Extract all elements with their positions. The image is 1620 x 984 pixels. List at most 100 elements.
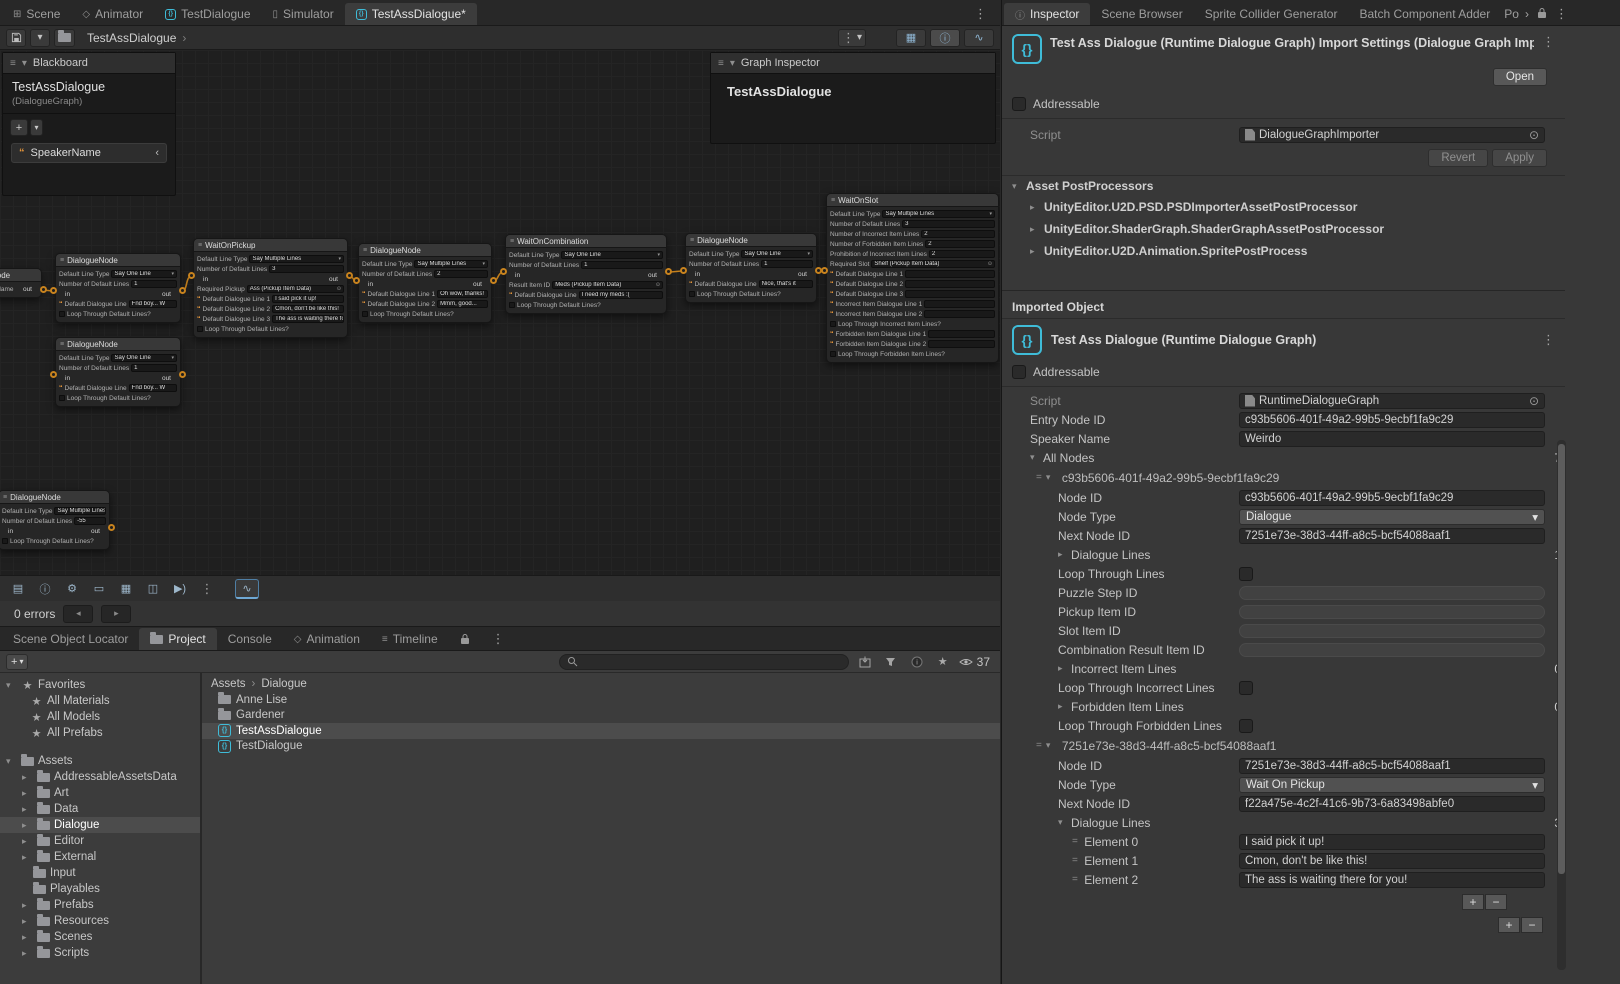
count-field[interactable]: 1 bbox=[761, 260, 813, 268]
line-field[interactable]: The ass is waiting there for... bbox=[272, 315, 344, 323]
forbidden-lines-foldout[interactable]: ▸Forbidden Item Lines 0 bbox=[1002, 697, 1565, 716]
breadcrumb[interactable]: TestAssDialogue › bbox=[87, 31, 186, 45]
output-port[interactable] bbox=[40, 286, 47, 293]
line-field[interactable]: I need my meds :( bbox=[579, 291, 663, 299]
wait-on-combination-node[interactable]: ≡WaitOnCombination Default Line TypeSay … bbox=[505, 234, 667, 314]
tab-scene[interactable]: ⊞Scene bbox=[2, 3, 71, 25]
tree-item-data[interactable]: ▸Data bbox=[0, 801, 200, 817]
loop-forbidden-checkbox[interactable] bbox=[1239, 719, 1253, 733]
lock-button[interactable] bbox=[449, 628, 481, 650]
node-header[interactable]: ≡StartNode bbox=[0, 269, 41, 282]
node-header[interactable]: ≡DialogueNode bbox=[56, 338, 180, 351]
count-field[interactable]: 3 bbox=[902, 220, 995, 228]
debug-view-button[interactable]: ∿ bbox=[235, 579, 259, 599]
line-type-dropdown[interactable]: Say One Line▾ bbox=[111, 354, 177, 362]
create-asset-button[interactable]: +▾ bbox=[6, 654, 28, 670]
revert-button[interactable]: Revert bbox=[1428, 149, 1488, 167]
drag-handle-icon[interactable]: = bbox=[1072, 836, 1077, 847]
output-port[interactable] bbox=[179, 371, 186, 378]
tree-item-scripts[interactable]: ▸Scripts bbox=[0, 945, 200, 961]
object-field[interactable]: Ass (Pickup Item Data)⊙ bbox=[247, 285, 344, 293]
asset-item-anne-lise[interactable]: Anne Lise bbox=[202, 692, 1000, 708]
tab-scene-browser[interactable]: Scene Browser bbox=[1090, 3, 1193, 25]
element-text-field[interactable]: The ass is waiting there for you! bbox=[1239, 872, 1545, 888]
input-port[interactable] bbox=[50, 287, 57, 294]
tab-overflow[interactable]: Po bbox=[1501, 3, 1522, 25]
foldout-arrow-icon[interactable]: ▸ bbox=[22, 932, 33, 943]
text-field[interactable]: c93b5606-401f-49a2-99b5-9ecbf1fa9c29 bbox=[1239, 490, 1545, 506]
array-remove-button[interactable]: − bbox=[1521, 917, 1543, 933]
dialogue-node[interactable]: ≡DialogueNode Default Line TypeSay Multi… bbox=[358, 243, 492, 323]
count-field[interactable]: 2 bbox=[929, 250, 995, 258]
add-property-button[interactable]: + bbox=[10, 119, 28, 136]
tree-item-external[interactable]: ▸External bbox=[0, 849, 200, 865]
array-remove-button[interactable]: − bbox=[1485, 894, 1507, 910]
text-field[interactable]: 7251e73e-38d3-44ff-a8c5-bcf54088aaf1 bbox=[1239, 758, 1545, 774]
loop-checkbox[interactable] bbox=[830, 351, 836, 357]
node-type-dropdown[interactable]: Dialogue▾ bbox=[1239, 509, 1545, 525]
line-field[interactable] bbox=[928, 340, 995, 348]
tab-testassdialogue[interactable]: TestAssDialogue* bbox=[345, 3, 477, 25]
postprocessor-item[interactable]: ▸UnityEditor.U2D.Animation.SpritePostPro… bbox=[1002, 240, 1565, 262]
line-field[interactable]: Mmm, good... bbox=[437, 300, 488, 308]
text-field[interactable] bbox=[1239, 624, 1545, 638]
foldout-arrow-icon[interactable]: ▸ bbox=[22, 836, 33, 847]
project-search-input[interactable] bbox=[559, 654, 849, 670]
toggle-inspector-button[interactable]: ⓘ bbox=[930, 29, 960, 47]
tree-item-dialogue[interactable]: ▸Dialogue bbox=[0, 817, 200, 833]
loop-checkbox[interactable] bbox=[197, 326, 203, 332]
node-header[interactable]: ≡DialogueNode bbox=[359, 244, 491, 257]
array-add-button[interactable]: + bbox=[1462, 894, 1484, 910]
next-error-button[interactable]: ▸ bbox=[101, 605, 131, 623]
inspector-scrollbar[interactable] bbox=[1557, 440, 1566, 970]
line-type-dropdown[interactable]: Say One Line▾ bbox=[111, 270, 177, 278]
drag-handle-icon[interactable]: = bbox=[1072, 855, 1077, 866]
all-nodes-foldout[interactable]: ▾All Nodes 7 bbox=[1002, 448, 1565, 467]
tab-scene-object-locator[interactable]: Scene Object Locator bbox=[2, 628, 139, 650]
kebab-icon[interactable]: ⋮ bbox=[1555, 6, 1568, 22]
tree-item-all-materials[interactable]: ★All Materials bbox=[0, 693, 200, 709]
line-field[interactable] bbox=[924, 300, 995, 308]
output-port[interactable] bbox=[179, 287, 186, 294]
tab-sprite-collider-generator[interactable]: Sprite Collider Generator bbox=[1194, 3, 1349, 25]
line-field[interactable]: Oh wow, thanks! bbox=[437, 290, 488, 298]
loop-incorrect-checkbox[interactable] bbox=[1239, 681, 1253, 695]
node-header[interactable]: ≡DialogueNode bbox=[686, 234, 816, 247]
foldout-arrow-icon[interactable]: ▸ bbox=[22, 900, 33, 911]
count-field[interactable]: 3 bbox=[269, 265, 344, 273]
count-field[interactable]: 1 bbox=[581, 261, 663, 269]
dialogue-lines-foldout[interactable]: ▾Dialogue Lines 3 bbox=[1002, 813, 1565, 832]
object-picker-icon[interactable]: ⊙ bbox=[1529, 394, 1539, 408]
foldout-arrow-icon[interactable]: ▸ bbox=[22, 916, 33, 927]
node-header[interactable]: ≡WaitOnCombination bbox=[506, 235, 666, 248]
count-field[interactable]: 2 bbox=[921, 230, 995, 238]
tools-button[interactable]: ⚙ bbox=[60, 579, 84, 599]
line-type-dropdown[interactable]: Say One Line▾ bbox=[741, 250, 813, 258]
node-entry-foldout[interactable]: = ▾ 7251e73e-38d3-44ff-a8c5-bcf54088aaf1 bbox=[1002, 735, 1565, 756]
dialogue-node[interactable]: ≡DialogueNode Default Line TypeSay One L… bbox=[685, 233, 817, 303]
tree-item-input[interactable]: Input bbox=[0, 865, 200, 881]
panel-button[interactable]: ▭ bbox=[87, 579, 111, 599]
tab-timeline[interactable]: ≡Timeline bbox=[371, 628, 449, 650]
addressable-checkbox[interactable] bbox=[1012, 365, 1026, 379]
split-view-button[interactable]: ◫ bbox=[141, 579, 165, 599]
foldout-arrow-icon[interactable]: ▸ bbox=[22, 948, 33, 959]
node-header[interactable]: ≡WaitOnSlot bbox=[827, 194, 998, 207]
line-type-dropdown[interactable]: Say Multiple Lines▾ bbox=[882, 210, 995, 218]
foldout-arrow-icon[interactable]: ▸ bbox=[22, 804, 33, 815]
loop-checkbox[interactable] bbox=[59, 311, 65, 317]
script-object-field[interactable]: RuntimeDialogueGraph⊙ bbox=[1239, 393, 1545, 409]
drag-handle-icon[interactable]: = bbox=[1036, 472, 1041, 483]
output-port[interactable] bbox=[490, 277, 497, 284]
input-port[interactable] bbox=[50, 371, 57, 378]
element-text-field[interactable]: Cmon, don't be like this! bbox=[1239, 853, 1545, 869]
text-field[interactable]: Weirdo bbox=[1239, 431, 1545, 447]
tree-item-scenes[interactable]: ▸Scenes bbox=[0, 929, 200, 945]
open-folder-button[interactable] bbox=[54, 29, 75, 47]
grid-view-button[interactable]: ▦ bbox=[114, 579, 138, 599]
scrollbar-thumb[interactable] bbox=[1558, 444, 1565, 874]
count-field[interactable]: -55 bbox=[74, 517, 106, 525]
input-port[interactable] bbox=[821, 267, 828, 274]
dialogue-node[interactable]: ≡DialogueNode Default Line TypeSay Multi… bbox=[0, 490, 110, 550]
search-by-type-button[interactable] bbox=[855, 653, 875, 671]
